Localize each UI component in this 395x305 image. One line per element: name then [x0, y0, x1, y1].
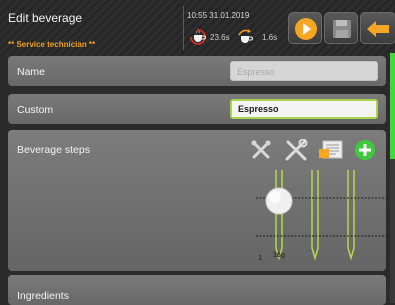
add-step-icon[interactable]	[354, 139, 376, 161]
play-icon	[295, 18, 317, 40]
beverage-steps-label: Beverage steps	[17, 144, 90, 156]
level-marker-1: 1	[258, 253, 263, 262]
floppy-disk-icon	[333, 20, 351, 38]
save-button[interactable]	[324, 12, 358, 44]
back-button[interactable]	[360, 12, 395, 44]
scrollbar-thumb[interactable]	[390, 53, 395, 159]
dose-label: 16g	[272, 252, 286, 259]
user-role-label: ** Service technician **	[8, 40, 96, 49]
scrollbar-track[interactable]	[390, 159, 395, 303]
header-bar: Edit beverage ** Service technician ** 1…	[0, 0, 395, 56]
name-field[interactable]: Espresso	[230, 61, 378, 81]
custom-name-input[interactable]: Espresso	[230, 99, 378, 119]
custom-label: Custom	[17, 104, 54, 116]
timer-2: 1.6s	[262, 33, 278, 42]
tools-icon[interactable]	[284, 139, 308, 161]
back-arrow-icon	[367, 21, 389, 37]
ingredients-row[interactable]: Ingredients	[8, 275, 386, 305]
form-content: Name Espresso Custom Espresso Beverage s…	[8, 56, 386, 305]
header-divider	[183, 6, 184, 50]
step-list-icon[interactable]	[318, 140, 344, 160]
timer-1: 23.6s	[210, 33, 230, 42]
name-label: Name	[17, 66, 46, 78]
last-cycle-cup-icon	[238, 29, 253, 43]
name-row: Name Espresso	[8, 56, 386, 86]
ingredients-label: Ingredients	[17, 290, 69, 302]
custom-row: Custom Espresso	[8, 94, 386, 124]
step-track-3	[347, 170, 355, 261]
step-track-2	[311, 170, 319, 261]
datetime-display: 10:55 31.01.2019	[187, 11, 250, 20]
beverage-steps-panel: Beverage steps 1 16g	[8, 130, 386, 301]
page-title: Edit beverage	[8, 11, 83, 25]
cut-step-icon[interactable]	[250, 139, 272, 161]
start-beverage-button[interactable]	[288, 12, 322, 44]
brew-cycle-cup-icon	[190, 28, 206, 45]
